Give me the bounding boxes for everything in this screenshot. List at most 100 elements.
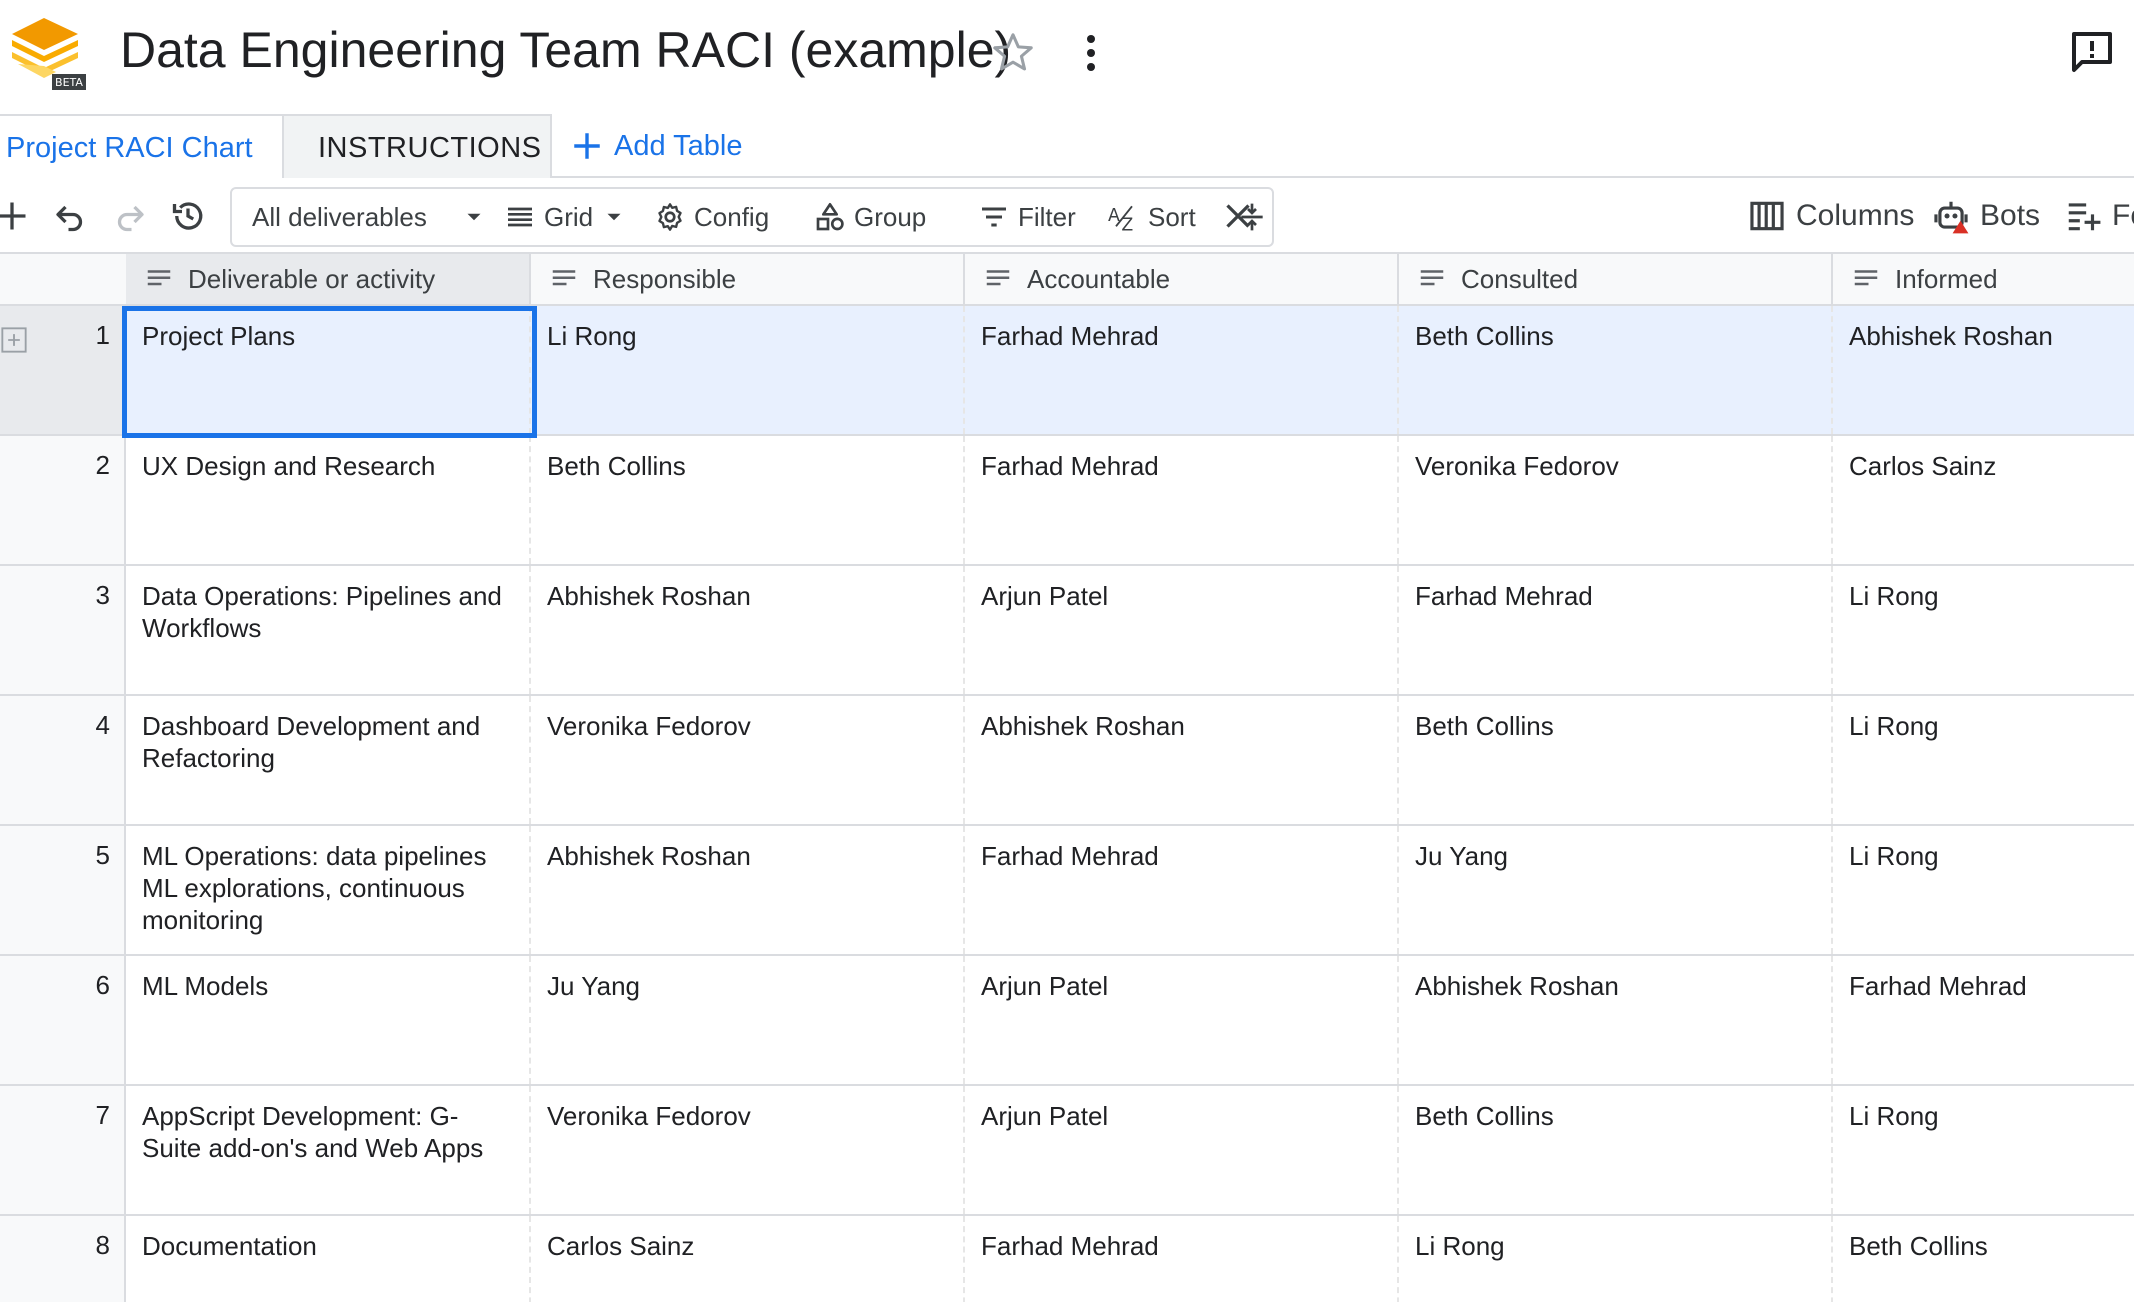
- table-row[interactable]: 8 Documentation Carlos Sainz Farhad Mehrad L…: [0, 1216, 2134, 1302]
- cell-consulted[interactable]: Abhishek Roshan: [1399, 956, 1833, 1084]
- table-row[interactable]: 4 Dashboard Development and Refactoring Ve…: [0, 696, 2134, 826]
- cell-informed[interactable]: Li Rong: [1833, 696, 2134, 824]
- cell-consulted[interactable]: Li Rong: [1399, 1216, 1833, 1302]
- row-number[interactable]: 3: [0, 566, 126, 694]
- cell-accountable[interactable]: Farhad Mehrad: [965, 436, 1399, 564]
- feedback-icon[interactable]: [2068, 28, 2118, 76]
- cell-responsible[interactable]: Beth Collins: [531, 436, 965, 564]
- cell-informed[interactable]: Abhishek Roshan: [1833, 306, 2134, 434]
- corner-cell: [0, 254, 128, 304]
- cell-responsible[interactable]: Ju Yang: [531, 956, 965, 1084]
- raci-table: Deliverable or activity Responsible Acco…: [0, 252, 2134, 1302]
- table-row[interactable]: 3 Data Operations: Pipelines and Workflow…: [0, 566, 2134, 696]
- table-row[interactable]: 7 AppScript Development: G-Suite add-on's…: [0, 1086, 2134, 1216]
- robot-icon: [1934, 201, 1969, 234]
- cell-accountable[interactable]: Arjun Patel: [965, 956, 1399, 1084]
- cell-accountable[interactable]: Farhad Mehrad: [965, 306, 1399, 434]
- cell-deliverable[interactable]: Data Operations: Pipelines and Workflows: [126, 566, 531, 694]
- cell-deliverable[interactable]: Dashboard Development and Refactoring: [126, 696, 531, 824]
- cell-consulted[interactable]: Farhad Mehrad: [1399, 566, 1833, 694]
- row-number[interactable]: 7: [0, 1086, 126, 1214]
- cell-accountable[interactable]: Arjun Patel: [965, 566, 1399, 694]
- cell-accountable[interactable]: Arjun Patel: [965, 1086, 1399, 1214]
- cell-informed[interactable]: Farhad Mehrad: [1833, 956, 2134, 1084]
- cell-consulted[interactable]: Beth Collins: [1399, 1086, 1833, 1214]
- cell-informed[interactable]: Li Rong: [1833, 1086, 2134, 1214]
- column-header-consulted[interactable]: Consulted: [1399, 254, 1833, 304]
- cell-responsible[interactable]: Veronika Fedorov: [531, 696, 965, 824]
- forms-button[interactable]: Fo: [2064, 192, 2134, 240]
- sort-label: Sort: [1148, 201, 1196, 232]
- cell-consulted[interactable]: Beth Collins: [1399, 696, 1833, 824]
- row-number[interactable]: 4: [0, 696, 126, 824]
- text-type-icon: [986, 270, 1010, 286]
- cell-accountable[interactable]: Farhad Mehrad: [965, 1216, 1399, 1302]
- bots-label: Bots: [1980, 199, 2041, 232]
- cell-informed[interactable]: Li Rong: [1833, 566, 2134, 694]
- cell-accountable[interactable]: Abhishek Roshan: [965, 696, 1399, 824]
- chevron-down-icon: [607, 213, 621, 221]
- gear-icon: [658, 203, 682, 231]
- cell-informed[interactable]: Beth Collins: [1833, 1216, 2134, 1302]
- expand-row-icon[interactable]: [0, 326, 28, 354]
- bots-button[interactable]: Bots: [1932, 192, 2040, 240]
- cell-consulted[interactable]: Beth Collins: [1399, 306, 1833, 434]
- view-select[interactable]: All deliverables: [252, 189, 487, 245]
- app-logo[interactable]: BETA: [8, 14, 86, 90]
- grid-label: Grid: [544, 201, 594, 232]
- document-title[interactable]: Data Engineering Team RACI (example): [120, 20, 1011, 80]
- cell-responsible[interactable]: Carlos Sainz: [531, 1216, 965, 1302]
- cell-deliverable[interactable]: ML Models: [126, 956, 531, 1084]
- row-number[interactable]: 8: [0, 1216, 126, 1302]
- column-header-responsible[interactable]: Responsible: [531, 254, 965, 304]
- tab-project-raci-chart[interactable]: Project RACI Chart: [0, 114, 284, 178]
- columns-button[interactable]: Columns: [1748, 192, 1914, 240]
- config-button[interactable]: Config: [654, 189, 769, 245]
- cell-deliverable[interactable]: AppScript Development: G-Suite add-on's …: [126, 1086, 531, 1214]
- grid-view-button[interactable]: Grid: [504, 189, 627, 245]
- cell-responsible[interactable]: Li Rong: [531, 306, 965, 434]
- row-number[interactable]: 6: [0, 956, 126, 1084]
- text-type-icon: [1420, 270, 1444, 286]
- columns-label: Columns: [1796, 199, 1915, 232]
- cell-consulted[interactable]: Veronika Fedorov: [1399, 436, 1833, 564]
- column-header-label: Responsible: [593, 263, 737, 294]
- cell-accountable[interactable]: Farhad Mehrad: [965, 826, 1399, 954]
- group-button[interactable]: Group: [814, 189, 926, 245]
- table-row[interactable]: 2 UX Design and Research Beth Collins Farha…: [0, 436, 2134, 566]
- row-number[interactable]: 2: [0, 436, 126, 564]
- table-row[interactable]: 6 ML Models Ju Yang Arjun Patel Abhishek Ros…: [0, 956, 2134, 1086]
- row-number[interactable]: 5: [0, 826, 126, 954]
- sort-button[interactable]: AZ Sort: [1108, 189, 1196, 245]
- config-label: Config: [694, 201, 770, 232]
- app-header: BETA Data Engineering Team RACI (example…: [0, 0, 2134, 112]
- table-row[interactable]: 5 ML Operations: data pipelines ML explor…: [0, 826, 2134, 956]
- history-icon[interactable]: [170, 192, 206, 240]
- undo-icon[interactable]: [52, 192, 88, 240]
- add-table-button[interactable]: Add Table: [570, 114, 742, 178]
- cell-consulted[interactable]: Ju Yang: [1399, 826, 1833, 954]
- cell-informed[interactable]: Li Rong: [1833, 826, 2134, 954]
- cell-responsible[interactable]: Veronika Fedorov: [531, 1086, 965, 1214]
- tab-instructions[interactable]: INSTRUCTIONS: [284, 114, 552, 178]
- forms-label: Fo: [2112, 199, 2134, 232]
- group-label: Group: [854, 201, 927, 232]
- cell-deliverable[interactable]: UX Design and Research: [126, 436, 531, 564]
- star-icon[interactable]: [990, 30, 1036, 76]
- column-header-deliverable[interactable]: Deliverable or activity: [126, 254, 531, 304]
- cell-deliverable[interactable]: ML Operations: data pipelines ML explora…: [126, 826, 531, 954]
- cell-deliverable[interactable]: Documentation: [126, 1216, 531, 1302]
- filter-button[interactable]: Filter: [978, 189, 1076, 245]
- column-header-label: Consulted: [1461, 263, 1579, 294]
- cell-responsible[interactable]: Abhishek Roshan: [531, 826, 965, 954]
- more-vert-icon[interactable]: [1076, 30, 1106, 76]
- cell-deliverable[interactable]: Project Plans: [126, 306, 531, 434]
- add-row-icon[interactable]: [0, 192, 30, 240]
- close-icon[interactable]: [1220, 192, 1256, 240]
- column-header-accountable[interactable]: Accountable: [965, 254, 1399, 304]
- redo-icon[interactable]: [112, 192, 148, 240]
- column-header-informed[interactable]: Informed: [1833, 254, 2134, 304]
- table-row[interactable]: 1 Project Plans Li Rong Farhad Mehrad Beth C…: [0, 306, 2134, 436]
- cell-responsible[interactable]: Abhishek Roshan: [531, 566, 965, 694]
- cell-informed[interactable]: Carlos Sainz: [1833, 436, 2134, 564]
